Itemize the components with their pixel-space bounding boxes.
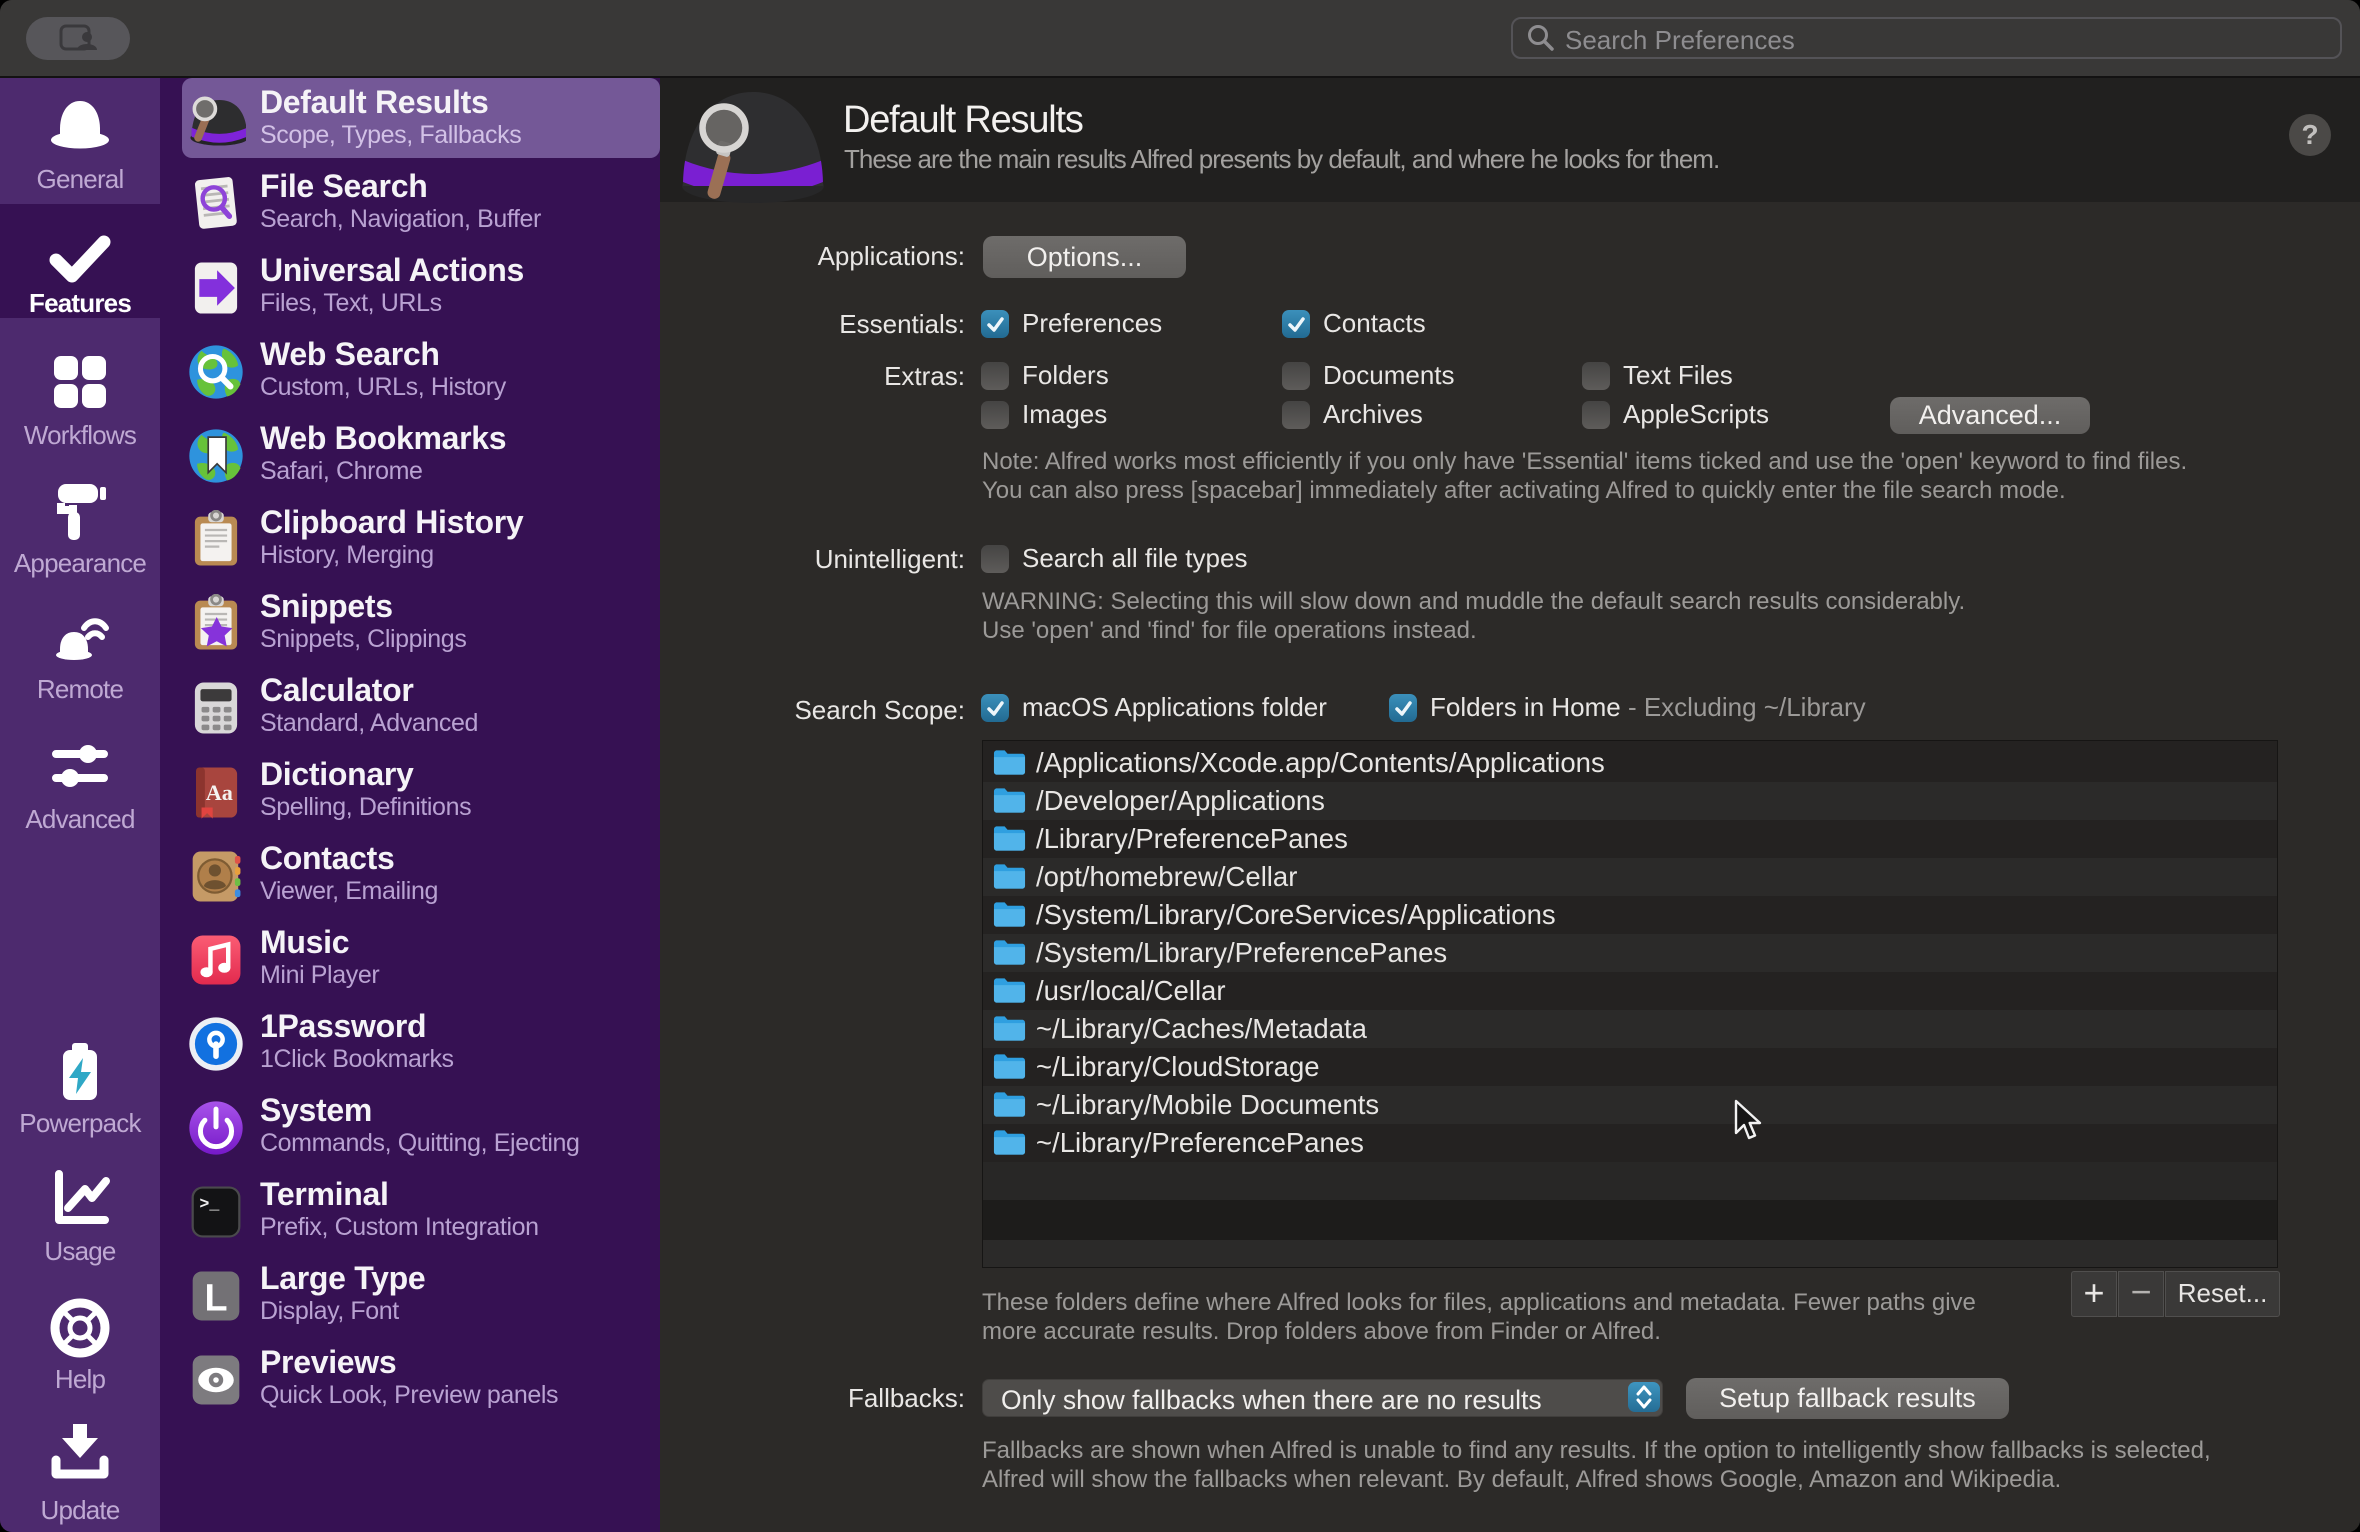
svg-text:>_: >_ xyxy=(199,1196,220,1215)
svg-text:Aa: Aa xyxy=(206,780,233,805)
svg-text:L: L xyxy=(204,1277,227,1319)
